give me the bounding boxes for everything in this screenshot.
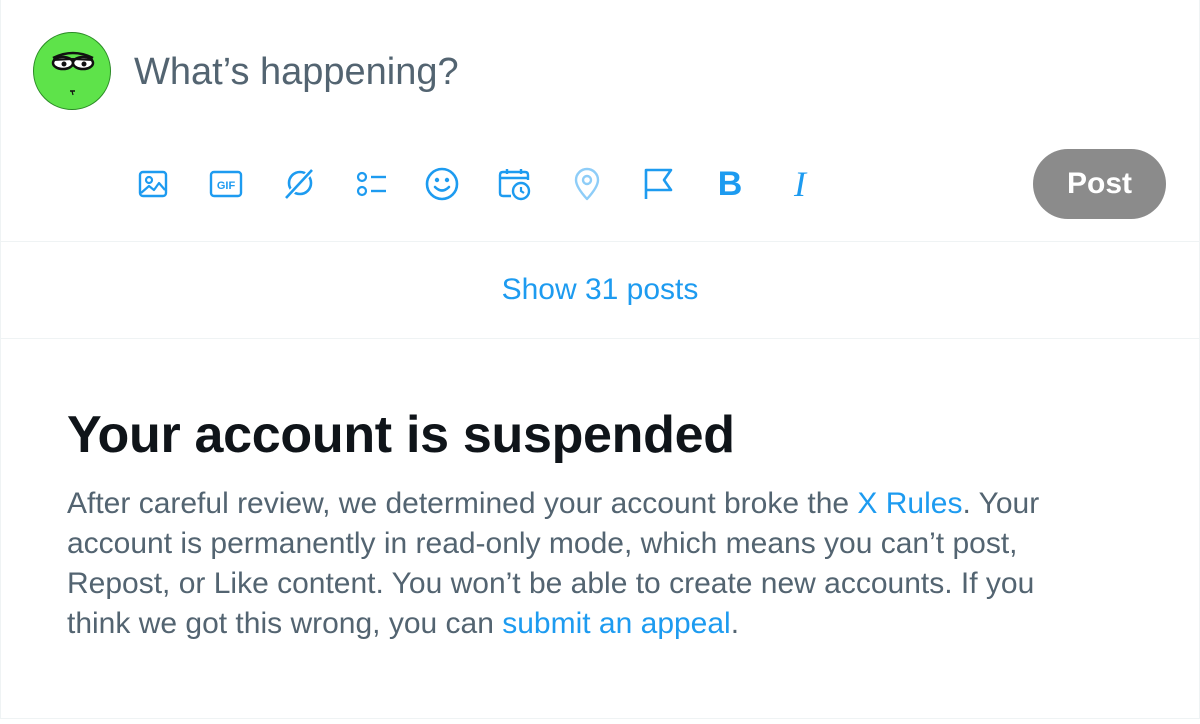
- bold-button[interactable]: B: [710, 162, 750, 206]
- notice-text-1: After careful review, we determined your…: [67, 487, 858, 520]
- bold-icon: B: [717, 165, 743, 203]
- location-button[interactable]: [567, 162, 607, 206]
- italic-button[interactable]: I: [780, 162, 820, 206]
- gif-icon: GIF: [209, 170, 243, 198]
- poll-button[interactable]: [352, 162, 392, 206]
- emoji-icon: [425, 167, 459, 201]
- composer-placeholder[interactable]: What’s happening?: [134, 48, 459, 96]
- gif-button[interactable]: GIF: [206, 162, 246, 206]
- notice-title: Your account is suspended: [67, 406, 735, 464]
- italic-icon: I: [794, 164, 806, 204]
- suspension-notice: Your account is suspended After careful …: [67, 404, 1147, 644]
- image-icon: [138, 170, 168, 198]
- x-rules-link[interactable]: X Rules: [857, 487, 962, 520]
- schedule-button[interactable]: [495, 162, 535, 206]
- notice-text-3: .: [730, 607, 740, 640]
- submit-appeal-link[interactable]: submit an appeal: [502, 607, 731, 640]
- grok-button[interactable]: [279, 162, 319, 206]
- media-button[interactable]: [133, 162, 173, 206]
- avatar[interactable]: [33, 32, 111, 110]
- post-composer: What’s happening? GIF B I Post: [1, 0, 1199, 242]
- poll-icon: [356, 171, 386, 197]
- grok-icon: [283, 167, 315, 201]
- show-new-posts-bar[interactable]: Show 31 posts: [1, 242, 1199, 339]
- location-icon: [574, 167, 600, 201]
- notice-body: After careful review, we determined your…: [67, 484, 1077, 644]
- flag-icon: [644, 168, 673, 199]
- post-button[interactable]: Post: [1033, 149, 1166, 219]
- emoji-button[interactable]: [422, 162, 462, 206]
- main-column: What’s happening? GIF B I Post Show 31 p…: [0, 0, 1200, 719]
- flag-button[interactable]: [638, 162, 678, 206]
- svg-text:GIF: GIF: [217, 180, 236, 192]
- show-posts-link[interactable]: Show 31 posts: [502, 273, 699, 307]
- avatar-face-icon: [51, 51, 95, 96]
- schedule-icon: [498, 169, 531, 201]
